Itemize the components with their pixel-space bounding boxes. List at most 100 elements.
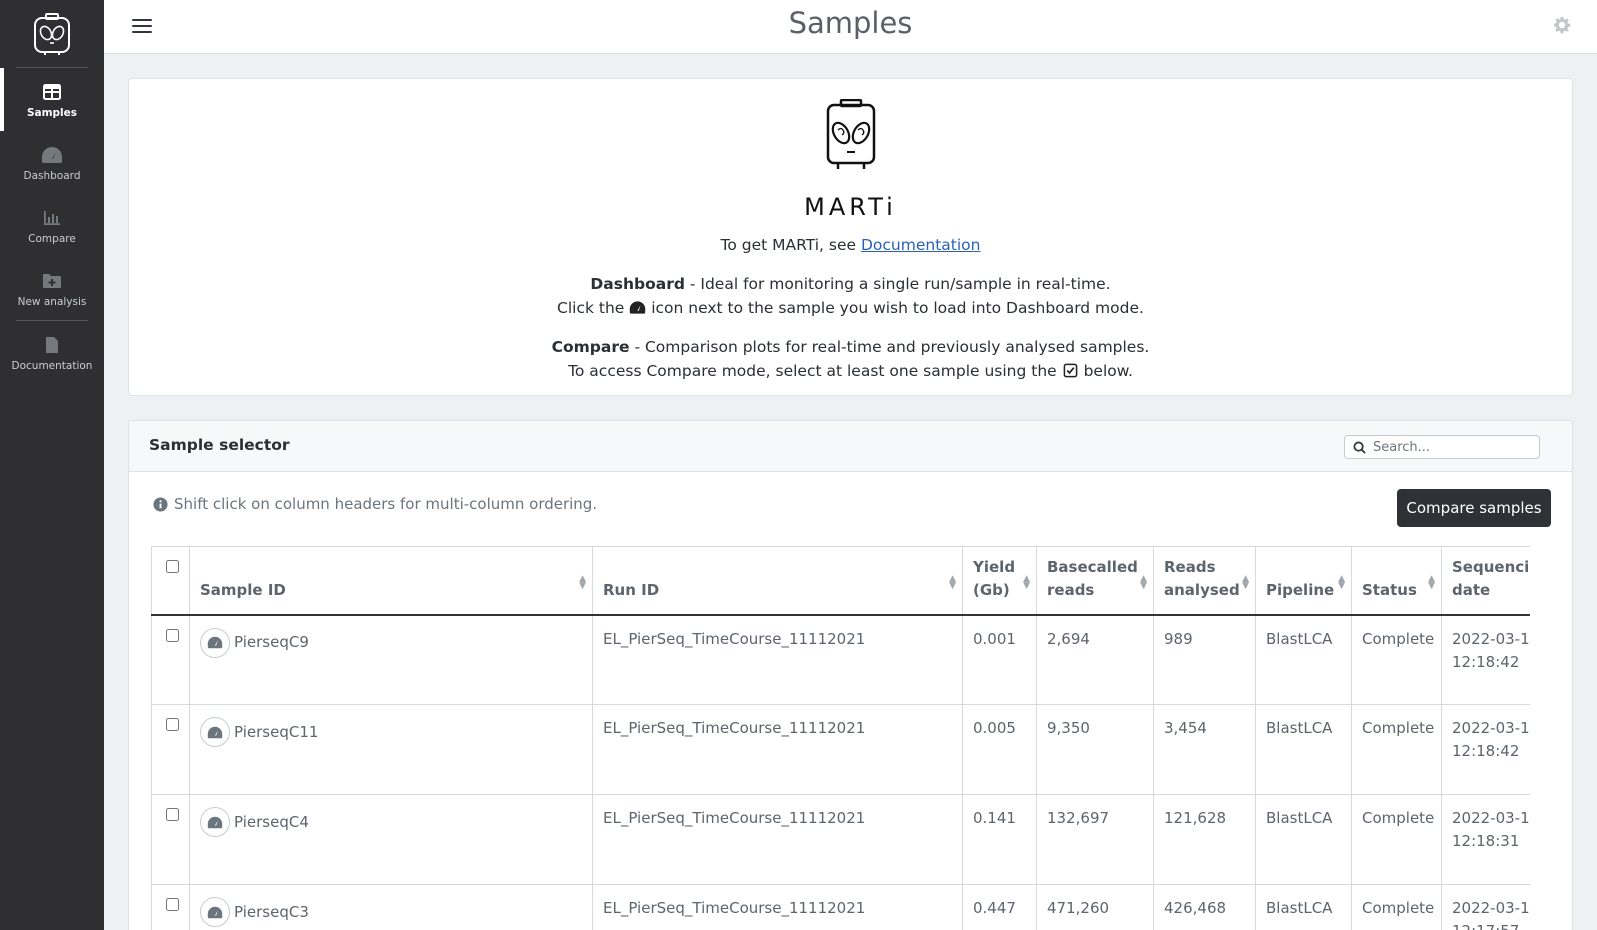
reads-analysed-cell: 989 [1153,614,1256,705]
open-dashboard-button[interactable] [200,807,230,837]
sidebar-item-label: Dashboard [23,169,81,182]
sample-selector-title: Sample selector [149,436,290,454]
date-text: 2022-03-1 [1452,629,1530,648]
table-icon [41,81,63,103]
sidebar-item-label: New analysis [17,295,87,308]
sequencing-date-cell: 2022-03-1 12:18:42 [1441,614,1530,705]
yield-cell: 0.141 [962,794,1037,885]
column-header-status[interactable]: Status ▲ ▼ [1351,546,1442,616]
open-dashboard-button[interactable] [200,897,230,927]
dashboard-gauge-icon [207,816,223,828]
row-select-checkbox[interactable] [166,628,179,642]
run-id-cell: EL_PierSeq_TimeCourse_11112021 [592,704,963,795]
column-header-pipeline[interactable]: Pipeline ▲ ▼ [1255,546,1352,616]
select-all-checkbox[interactable] [166,560,179,573]
sample-id-text: PierseqC4 [234,812,309,831]
robot-logo-icon [34,12,70,55]
pipeline-cell: BlastLCA [1255,614,1352,705]
row-select-cell [151,884,190,930]
table-row: PierseqC4 EL_PierSeq_TimeCourse_11112021 0… [151,794,1530,885]
sort-arrows-icon: ▲ ▼ [1023,573,1030,591]
sample-id-cell: PierseqC11 [189,704,593,795]
file-icon [41,334,63,356]
basecalled-reads-cell: 471,260 [1036,884,1154,930]
run-id-cell: EL_PierSeq_TimeCourse_11112021 [592,614,963,705]
row-select-checkbox[interactable] [166,808,179,821]
sample-selector-header: Sample selector [129,421,1572,472]
sample-id-cell: PierseqC9 [189,614,593,705]
sort-arrows-icon: ▲ ▼ [949,573,956,591]
basecalled-reads-cell: 9,350 [1036,704,1154,795]
time-text: 12:17:57 [1452,922,1519,930]
page-title: Samples [788,6,913,40]
sequencing-date-cell: 2022-03-1 12:18:31 [1441,794,1530,885]
time-text: 12:18:42 [1452,652,1520,671]
settings-gear-icon[interactable] [1553,16,1573,36]
column-header-sample-id[interactable]: Sample ID ▲ ▼ [189,546,593,616]
column-header-basecalled-reads[interactable]: Basecalled reads ▲ ▼ [1036,546,1154,616]
row-select-cell [151,794,190,885]
sample-id-cell: PierseqC3 [189,884,593,930]
sidebar-item-compare[interactable]: Compare [0,194,104,257]
top-bar: Samples [104,0,1597,54]
intro-card: MARTi To get MARTi, see Documentation Da… [128,78,1573,396]
sample-id-cell: PierseqC4 [189,794,593,885]
date-text: 2022-03-1 [1452,899,1530,917]
table-row: PierseqC9 EL_PierSeq_TimeCourse_11112021 0… [151,614,1530,705]
folder-plus-icon [41,270,63,292]
sort-arrows-icon: ▲ ▼ [579,573,586,591]
sort-arrows-icon: ▲ ▼ [1428,573,1435,591]
open-dashboard-button[interactable] [200,717,230,747]
dashboard-gauge-icon [630,301,646,314]
search-box[interactable] [1344,435,1540,459]
table-row: PierseqC11 EL_PierSeq_TimeCourse_11112021… [151,704,1530,795]
sample-id-text: PierseqC9 [234,633,309,651]
search-input[interactable] [1373,439,1533,455]
yield-cell: 0.001 [962,614,1037,705]
sidebar-item-samples[interactable]: Samples [0,68,104,131]
pipeline-cell: BlastLCA [1255,884,1352,930]
samples-table: Sample ID ▲ ▼ Run ID ▲ ▼ Yield (Gb) ▲ ▼ Baseca… [151,546,1530,930]
ordering-hint: Shift click on column headers for multi-… [153,495,597,513]
time-text: 12:18:31 [1452,832,1520,850]
status-cell: Complete [1351,884,1442,930]
sort-arrows-icon: ▲ ▼ [1242,573,1249,591]
column-header-sequencing-date[interactable]: Sequencing date [1441,546,1530,616]
sidebar-item-documentation[interactable]: Documentation [0,321,104,384]
column-header-reads-analysed[interactable]: Reads analysed ▲ ▼ [1153,546,1256,616]
status-cell: Complete [1351,794,1442,885]
status-cell: Complete [1351,704,1442,795]
sidebar-item-new-analysis[interactable]: New analysis [0,257,104,320]
open-dashboard-button[interactable] [200,627,230,658]
row-select-cell [151,614,190,705]
pipeline-cell: BlastLCA [1255,704,1352,795]
yield-cell: 0.447 [962,884,1037,930]
bar-chart-icon [41,207,63,229]
info-circle-icon [153,496,168,512]
pipeline-cell: BlastLCA [1255,794,1352,885]
marti-logo[interactable] [16,0,88,68]
select-all-cell [151,546,190,616]
basecalled-reads-cell: 2,694 [1036,614,1154,705]
get-marti-line: To get MARTi, see Documentation [720,236,981,254]
dashboard-gauge-icon [207,726,223,738]
dashboard-gauge-icon [207,906,223,918]
run-id-cell: EL_PierSeq_TimeCourse_11112021 [592,884,963,930]
column-header-yield[interactable]: Yield (Gb) ▲ ▼ [962,546,1037,616]
yield-cell: 0.005 [962,704,1037,795]
sidebar-item-label: Samples [26,106,78,119]
sort-arrows-icon: ▲ ▼ [1140,573,1147,591]
sidebar-item-label: Documentation [11,359,93,372]
documentation-link[interactable]: Documentation [861,236,981,254]
search-icon [1345,440,1373,454]
date-text: 2022-03-1 [1452,719,1530,737]
compare-samples-button[interactable]: Compare samples [1397,489,1551,527]
time-text: 12:18:42 [1452,742,1520,760]
sequencing-date-cell: 2022-03-1 12:18:42 [1441,704,1530,795]
compare-description: Compare - Comparison plots for real-time… [551,338,1150,380]
table-row: PierseqC3 EL_PierSeq_TimeCourse_11112021 0… [151,884,1530,930]
sidebar-item-dashboard[interactable]: Dashboard [0,131,104,194]
column-header-run-id[interactable]: Run ID ▲ ▼ [592,546,963,616]
row-select-checkbox[interactable] [166,898,179,911]
row-select-checkbox[interactable] [166,718,179,731]
